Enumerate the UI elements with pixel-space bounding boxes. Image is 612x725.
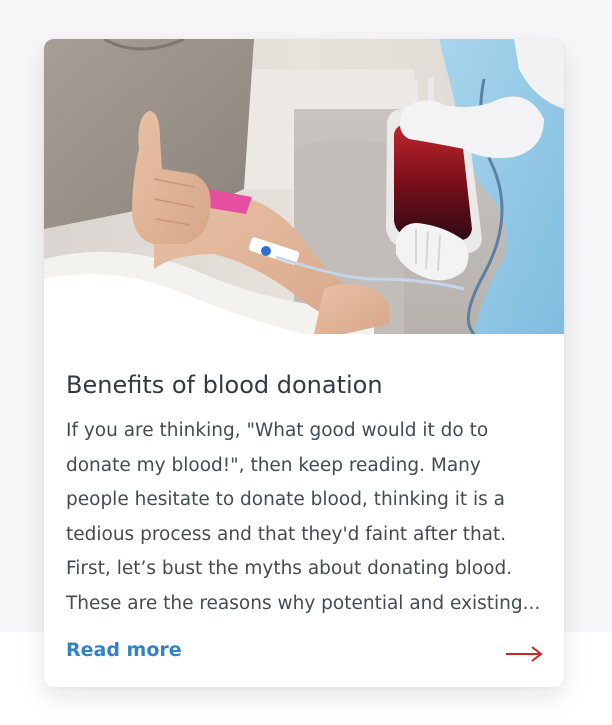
article-excerpt: If you are thinking, "What good would it…: [66, 420, 541, 614]
arrow-right-icon[interactable]: [504, 642, 544, 666]
article-title: Benefits of blood donation: [66, 371, 383, 399]
article-card: Benefits of blood donation If you are th…: [44, 39, 564, 687]
read-more-link[interactable]: Read more: [66, 636, 182, 664]
blood-donation-photo: [44, 39, 564, 334]
